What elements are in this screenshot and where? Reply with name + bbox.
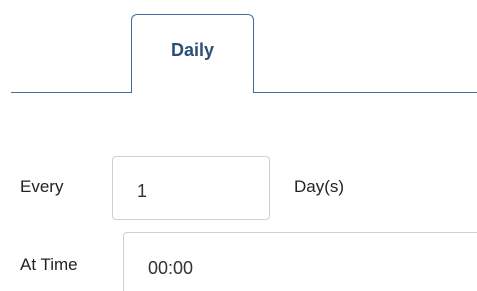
at-time-label: At Time	[20, 255, 78, 274]
every-unit-label: Day(s)	[294, 177, 345, 196]
every-interval-input[interactable]	[112, 156, 270, 220]
every-label: Every	[20, 177, 64, 196]
schedule-panel: Daily Every Day(s) At Time	[0, 0, 477, 291]
time-input[interactable]	[123, 232, 477, 291]
tab-daily-label: Daily	[170, 40, 215, 60]
tab-daily[interactable]: Daily	[131, 14, 254, 93]
